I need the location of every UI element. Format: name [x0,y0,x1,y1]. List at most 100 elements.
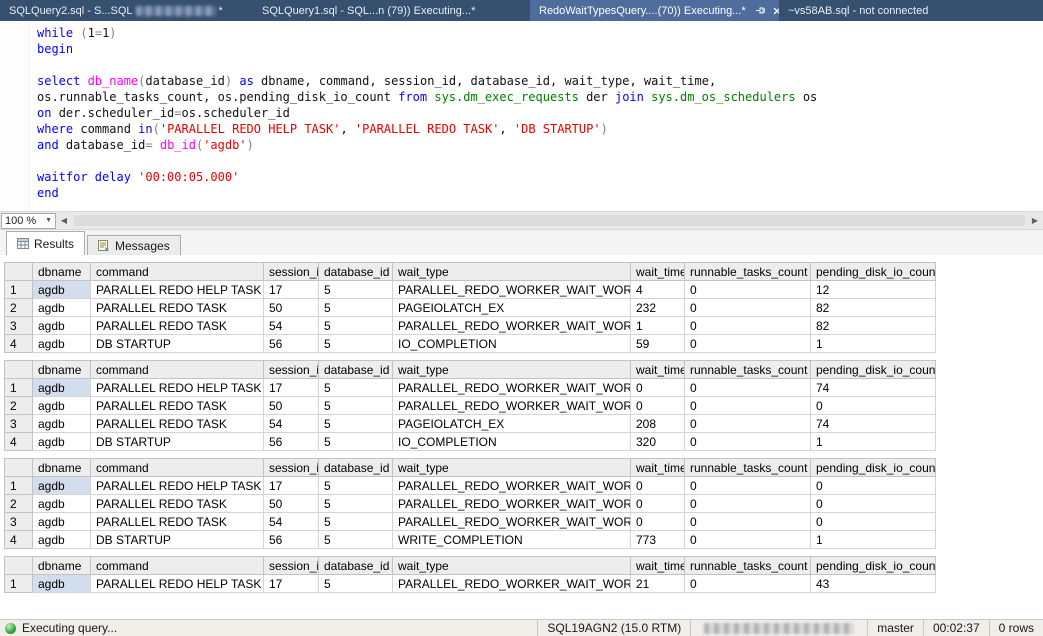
cell-database_id[interactable]: 5 [319,513,393,531]
cell-wait_time[interactable]: 21 [631,575,685,593]
cell-wait_time[interactable]: 208 [631,415,685,433]
grid-corner[interactable] [5,361,33,379]
cell-dbname[interactable]: agdb [33,433,91,451]
cell-wait_time[interactable]: 773 [631,531,685,549]
cell-database_id[interactable]: 5 [319,317,393,335]
column-header-runnable_tasks_count[interactable]: runnable_tasks_count [685,459,811,477]
cell-command[interactable]: PARALLEL REDO TASK [91,495,264,513]
cell-database_id[interactable]: 5 [319,477,393,495]
cell-wait_time[interactable]: 0 [631,397,685,415]
scroll-left-icon[interactable]: ◀ [56,216,72,225]
row-header[interactable]: 1 [5,477,33,495]
cell-runnable_tasks_count[interactable]: 0 [685,379,811,397]
cell-pending_disk_io_count[interactable]: 1 [811,531,936,549]
cell-database_id[interactable]: 5 [319,531,393,549]
cell-runnable_tasks_count[interactable]: 0 [685,415,811,433]
tab-results[interactable]: Results [6,231,85,255]
code-area[interactable]: while (1=1)begin select db_name(database… [30,21,817,211]
hscrollbar-thumb[interactable] [74,215,1025,226]
tab-sqlquery2[interactable]: SQLQuery2.sql - S...SQL * [0,0,253,21]
cell-dbname[interactable]: agdb [33,495,91,513]
cell-wait_time[interactable]: 0 [631,513,685,531]
cell-dbname[interactable]: agdb [33,531,91,549]
cell-command[interactable]: PARALLEL REDO TASK [91,397,264,415]
row-header[interactable]: 4 [5,531,33,549]
column-header-session_id[interactable]: session_id [264,263,319,281]
cell-pending_disk_io_count[interactable]: 82 [811,317,936,335]
column-header-session_id[interactable]: session_id [264,557,319,575]
column-header-wait_time[interactable]: wait_time [631,557,685,575]
cell-session_id[interactable]: 56 [264,433,319,451]
cell-session_id[interactable]: 50 [264,397,319,415]
cell-runnable_tasks_count[interactable]: 0 [685,281,811,299]
column-header-runnable_tasks_count[interactable]: runnable_tasks_count [685,557,811,575]
cell-dbname[interactable]: agdb [33,335,91,353]
grid-corner[interactable] [5,263,33,281]
cell-runnable_tasks_count[interactable]: 0 [685,513,811,531]
column-header-pending_disk_io_count[interactable]: pending_disk_io_count [811,361,936,379]
row-header[interactable]: 4 [5,433,33,451]
column-header-wait_type[interactable]: wait_type [393,263,631,281]
zoom-selector[interactable]: 100 % ▼ [1,213,56,229]
cell-wait_time[interactable]: 320 [631,433,685,451]
cell-pending_disk_io_count[interactable]: 0 [811,495,936,513]
cell-command[interactable]: PARALLEL REDO HELP TASK [91,575,264,593]
cell-runnable_tasks_count[interactable]: 0 [685,299,811,317]
cell-session_id[interactable]: 54 [264,513,319,531]
column-header-wait_time[interactable]: wait_time [631,459,685,477]
cell-database_id[interactable]: 5 [319,379,393,397]
cell-runnable_tasks_count[interactable]: 0 [685,335,811,353]
cell-pending_disk_io_count[interactable]: 1 [811,335,936,353]
cell-database_id[interactable]: 5 [319,299,393,317]
column-header-command[interactable]: command [91,557,264,575]
tab-sqlquery1[interactable]: SQLQuery1.sql - SQL...n (79)) Executing.… [253,0,530,21]
cell-session_id[interactable]: 50 [264,299,319,317]
column-header-pending_disk_io_count[interactable]: pending_disk_io_count [811,459,936,477]
cell-wait_time[interactable]: 0 [631,495,685,513]
cell-pending_disk_io_count[interactable]: 1 [811,433,936,451]
cell-database_id[interactable]: 5 [319,335,393,353]
cell-command[interactable]: PARALLEL REDO TASK [91,299,264,317]
row-header[interactable]: 3 [5,513,33,531]
cell-wait_type[interactable]: PAGEIOLATCH_EX [393,415,631,433]
cell-pending_disk_io_count[interactable]: 0 [811,397,936,415]
cell-dbname[interactable]: agdb [33,317,91,335]
cell-database_id[interactable]: 5 [319,433,393,451]
cell-pending_disk_io_count[interactable]: 74 [811,415,936,433]
cell-pending_disk_io_count[interactable]: 82 [811,299,936,317]
column-header-runnable_tasks_count[interactable]: runnable_tasks_count [685,263,811,281]
cell-command[interactable]: PARALLEL REDO TASK [91,415,264,433]
cell-command[interactable]: PARALLEL REDO HELP TASK [91,281,264,299]
cell-session_id[interactable]: 17 [264,477,319,495]
cell-wait_time[interactable]: 0 [631,477,685,495]
row-header[interactable]: 2 [5,495,33,513]
tab-vs58ab[interactable]: ~vs58AB.sql - not connected [779,0,946,21]
column-header-dbname[interactable]: dbname [33,557,91,575]
cell-database_id[interactable]: 5 [319,495,393,513]
column-header-wait_type[interactable]: wait_type [393,459,631,477]
cell-dbname[interactable]: agdb [33,281,91,299]
cell-dbname[interactable]: agdb [33,397,91,415]
cell-wait_time[interactable]: 4 [631,281,685,299]
row-header[interactable]: 2 [5,299,33,317]
hscrollbar-track[interactable] [72,212,1027,229]
cell-command[interactable]: DB STARTUP [91,433,264,451]
cell-session_id[interactable]: 17 [264,281,319,299]
cell-session_id[interactable]: 17 [264,379,319,397]
cell-dbname[interactable]: agdb [33,477,91,495]
cell-database_id[interactable]: 5 [319,397,393,415]
row-header[interactable]: 2 [5,397,33,415]
column-header-wait_time[interactable]: wait_time [631,263,685,281]
cell-database_id[interactable]: 5 [319,575,393,593]
cell-session_id[interactable]: 56 [264,335,319,353]
column-header-command[interactable]: command [91,459,264,477]
cell-wait_time[interactable]: 232 [631,299,685,317]
cell-database_id[interactable]: 5 [319,281,393,299]
cell-database_id[interactable]: 5 [319,415,393,433]
cell-wait_type[interactable]: PARALLEL_REDO_WORKER_WAIT_WORK [393,477,631,495]
column-header-dbname[interactable]: dbname [33,361,91,379]
cell-runnable_tasks_count[interactable]: 0 [685,575,811,593]
column-header-database_id[interactable]: database_id [319,263,393,281]
cell-runnable_tasks_count[interactable]: 0 [685,477,811,495]
cell-command[interactable]: PARALLEL REDO TASK [91,513,264,531]
